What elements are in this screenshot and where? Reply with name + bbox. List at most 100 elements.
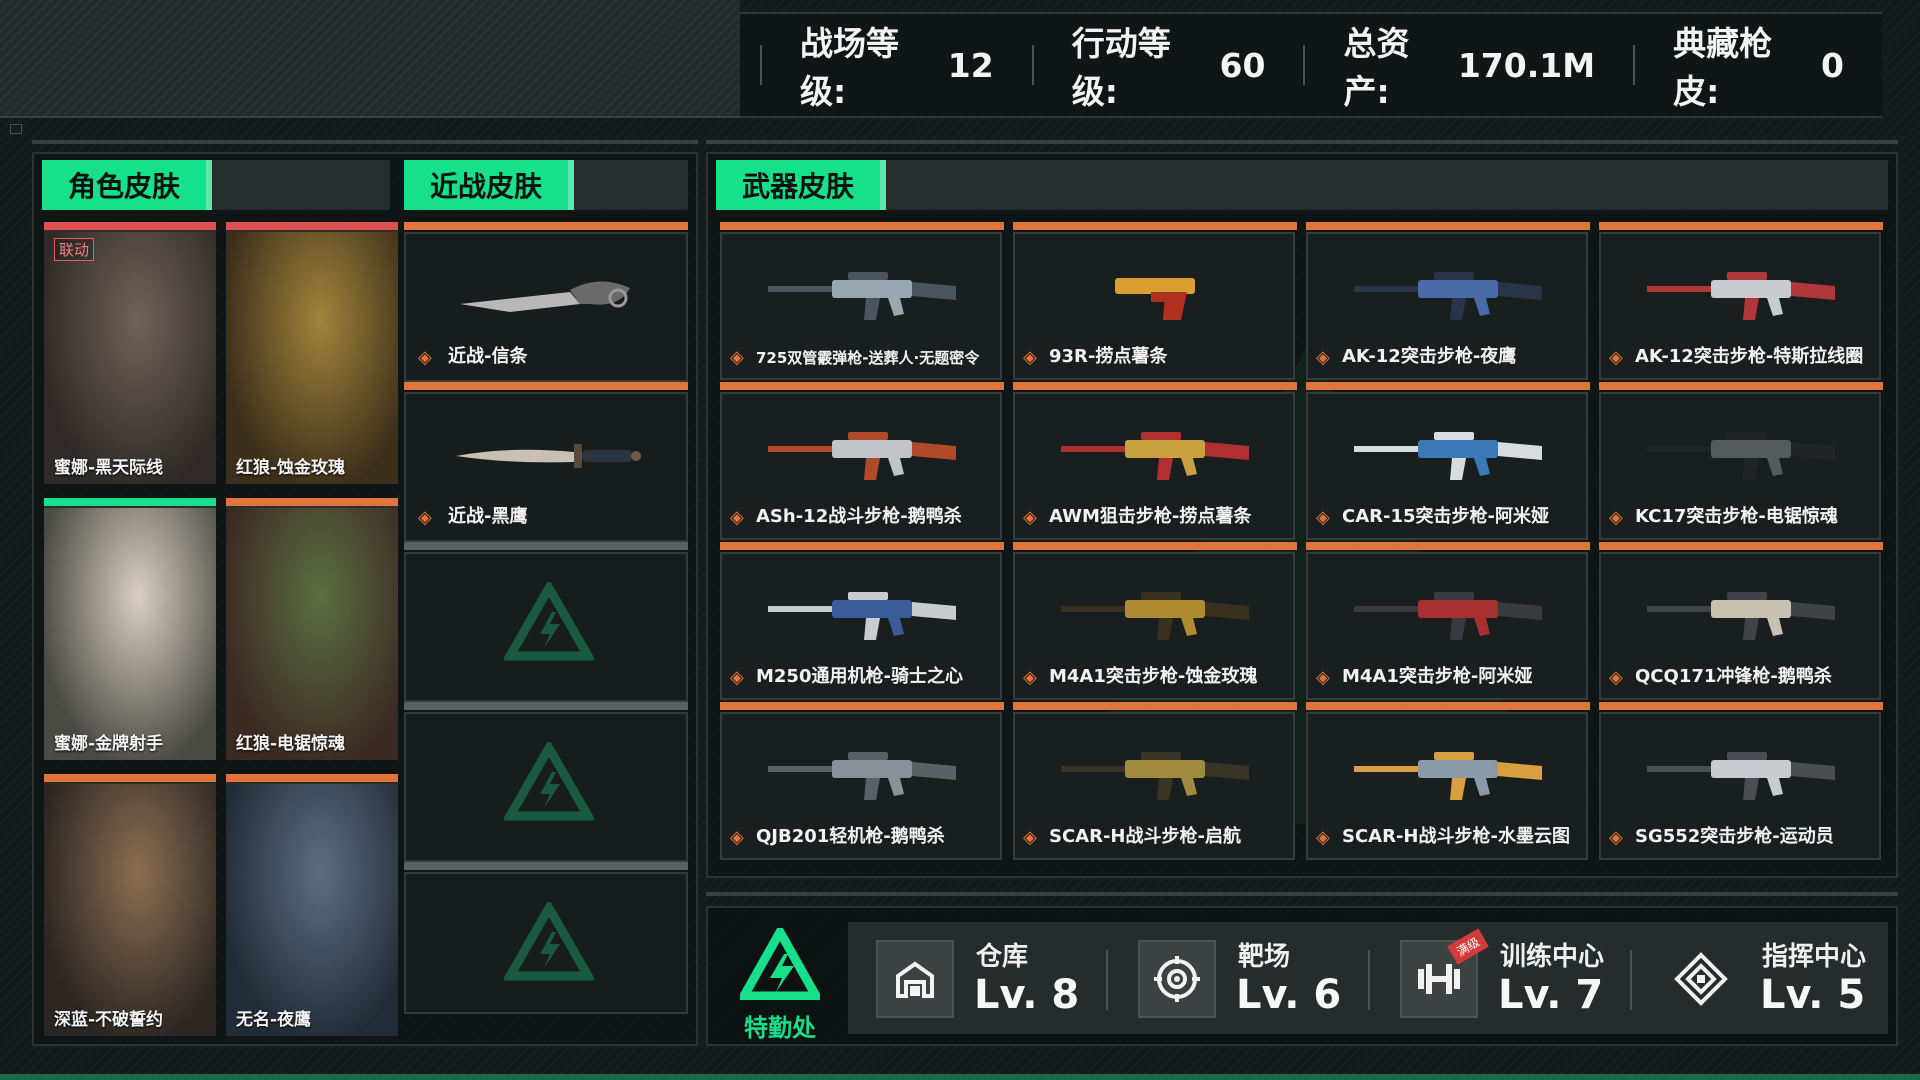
weapon-skin-card[interactable]: ◈ AK-12突击步枪-特斯拉线圈 — [1599, 222, 1883, 380]
empty-slot-logo-icon — [504, 742, 594, 821]
diamond-icon: ◈ — [1316, 347, 1330, 368]
character-skin-name: 红狼-蚀金玫瑰 — [236, 458, 346, 478]
weapon-skin-card[interactable]: ◈ M250通用机枪-骑士之心 — [720, 542, 1004, 700]
weapon-skin-card[interactable]: ◈ CAR-15突击步枪-阿米娅 — [1306, 382, 1590, 540]
character-skin-card[interactable]: 红狼-蚀金玫瑰 — [226, 222, 398, 484]
weapon-skin-card[interactable]: ◈ AWM狙击步枪-捞点薯条 — [1013, 382, 1297, 540]
diamond-icon: ◈ — [1609, 507, 1623, 528]
empty-melee-slot — [404, 702, 688, 862]
card-accent-bar — [44, 774, 216, 782]
card-accent-bar — [1306, 702, 1590, 710]
weapon-skin-name: CAR-15突击步枪-阿米娅 — [1342, 506, 1549, 527]
weapon-skin-name: M4A1突击步枪-阿米娅 — [1342, 666, 1533, 687]
rifle-icon — [1354, 752, 1542, 800]
character-skin-card[interactable]: 红狼-电锯惊魂 — [226, 498, 398, 760]
stat-value: 170.1M — [1457, 45, 1596, 85]
facility-range[interactable]: 靶场 Lv. 6 — [1110, 922, 1370, 1034]
weapon-skin-name: KC17突击步枪-电锯惊魂 — [1635, 506, 1838, 527]
weapon-skin-card[interactable]: ◈ 93R-捞点薯条 — [1013, 222, 1297, 380]
card-accent-bar — [226, 222, 398, 230]
diamond-icon: ◈ — [1609, 347, 1623, 368]
card-accent-bar — [720, 542, 1004, 550]
card-accent-bar — [404, 382, 688, 390]
facility-level: Lv. 6 — [1236, 972, 1342, 1018]
stat-battlefield-level: 战场等级: 12 — [760, 24, 1032, 111]
diamond-icon: ◈ — [1316, 507, 1330, 528]
facility-list: 仓库 Lv. 8 靶场 Lv. 6 满级 训练中心 Lv. 7 指挥中心 Lv.… — [848, 922, 1888, 1034]
character-skin-card[interactable]: 无名-夜鹰 — [226, 774, 398, 1036]
weapon-skin-name: AK-12突击步枪-特斯拉线圈 — [1635, 346, 1864, 367]
character-skin-name: 蜜娜-金牌射手 — [54, 734, 164, 754]
character-skin-card[interactable]: 蜜娜-金牌射手 — [44, 498, 216, 760]
weapon-skin-card[interactable]: ◈ SCAR-H战斗步枪-水墨云图 — [1306, 702, 1590, 860]
card-accent-bar — [1599, 382, 1883, 390]
karambit-knife-icon — [460, 281, 630, 312]
weapon-skin-card[interactable]: ◈ M4A1突击步枪-蚀金玫瑰 — [1013, 542, 1297, 700]
facility-command-center[interactable]: 指挥中心 Lv. 5 — [1634, 922, 1894, 1034]
dumbbell-icon: 满级 — [1400, 928, 1489, 1018]
weapon-skin-card[interactable]: ◈ M4A1突击步枪-阿米娅 — [1306, 542, 1590, 700]
melee-skin-card[interactable]: ◈ 近战-信条 — [404, 222, 688, 382]
melee-skin-card[interactable]: ◈ 近战-黑鹰 — [404, 382, 688, 542]
card-accent-bar — [404, 222, 688, 230]
rifle-icon — [1061, 752, 1249, 800]
diamond-icon: ◈ — [730, 347, 744, 368]
character-portrait — [226, 784, 398, 1036]
weapon-skin-name: 725双管霰弹枪-送葬人·无题密令 — [756, 349, 980, 367]
weapon-skin-card[interactable]: ◈ 725双管霰弹枪-送葬人·无题密令 — [720, 222, 1004, 380]
weapon-skin-name: AWM狙击步枪-捞点薯条 — [1049, 506, 1252, 527]
facility-warehouse[interactable]: 仓库 Lv. 8 — [848, 922, 1108, 1034]
warehouse-icon — [876, 940, 954, 1018]
card-accent-bar — [1599, 222, 1883, 230]
stat-collection-skins: 典藏枪皮: 0 — [1633, 24, 1882, 111]
diamond-icon: ◈ — [730, 827, 744, 848]
diamond-icon: ◈ — [1609, 827, 1623, 848]
character-portrait — [44, 232, 216, 484]
card-accent-bar — [1013, 222, 1297, 230]
weapon-skin-card[interactable]: ◈ KC17突击步枪-电锯惊魂 — [1599, 382, 1883, 540]
rifle-icon — [768, 432, 956, 480]
character-skins-title: 角色皮肤 — [42, 160, 213, 210]
weapon-skin-card[interactable]: ◈ SG552突击步枪-运动员 — [1599, 702, 1883, 860]
weapon-skin-card[interactable]: ◈ QCQ171冲锋枪-鹅鸭杀 — [1599, 542, 1883, 700]
weapon-skin-card[interactable]: ◈ ASh-12战斗步枪-鹅鸭杀 — [720, 382, 1004, 540]
facility-training-center[interactable]: 满级 训练中心 Lv. 7 — [1372, 922, 1632, 1034]
stat-label: 总资产: — [1343, 24, 1410, 111]
rifle-icon — [1354, 592, 1542, 640]
special-ops-label: 特勤处 — [744, 1014, 816, 1042]
rifle-icon — [1061, 432, 1249, 480]
character-portrait — [44, 508, 216, 760]
special-ops-hq-button[interactable]: 特勤处 — [730, 922, 830, 1042]
weapon-skin-card[interactable]: ◈ AK-12突击步枪-夜鹰 — [1306, 222, 1590, 380]
character-portrait — [44, 784, 216, 1036]
empty-slot-logo-icon — [504, 902, 594, 981]
weapon-skin-name: SCAR-H战斗步枪-启航 — [1049, 826, 1241, 847]
player-stats-bar: 战场等级: 12 行动等级: 60 总资产: 170.1M 典藏枪皮: 0 — [740, 12, 1882, 118]
diamond-icon: ◈ — [1023, 667, 1037, 688]
card-accent-bar — [1013, 542, 1297, 550]
rifle-icon — [1647, 592, 1835, 640]
empty-melee-slot — [404, 862, 688, 1014]
character-skin-name: 深蓝-不破誓约 — [54, 1010, 164, 1030]
character-portrait — [226, 508, 398, 760]
facility-level: Lv. 5 — [1760, 972, 1866, 1018]
facility-bar: 特勤处 仓库 Lv. 8 靶场 Lv. 6 满级 训练中心 Lv. 7 指挥中心… — [706, 906, 1898, 1046]
character-skin-card[interactable]: 联动 蜜娜-黑天际线 — [44, 222, 216, 484]
card-accent-bar — [1306, 382, 1590, 390]
weapon-skin-card[interactable]: ◈ SCAR-H战斗步枪-启航 — [1013, 702, 1297, 860]
card-accent-bar — [1599, 542, 1883, 550]
card-accent-bar — [1306, 222, 1590, 230]
card-accent-bar — [720, 382, 1004, 390]
header-left-block — [0, 0, 740, 118]
rifle-icon — [1647, 432, 1835, 480]
rifle-icon — [768, 752, 956, 800]
weapon-skin-card[interactable]: ◈ QJB201轻机枪-鹅鸭杀 — [720, 702, 1004, 860]
diamond-icon: ◈ — [1023, 827, 1037, 848]
card-accent-bar — [44, 498, 216, 506]
character-skin-card[interactable]: 深蓝-不破誓约 — [44, 774, 216, 1036]
stat-total-assets: 总资产: 170.1M — [1303, 24, 1633, 111]
card-accent-bar — [404, 702, 688, 710]
stat-value: 60 — [1219, 45, 1266, 85]
rifle-icon — [768, 592, 956, 640]
empty-melee-slot — [404, 542, 688, 702]
